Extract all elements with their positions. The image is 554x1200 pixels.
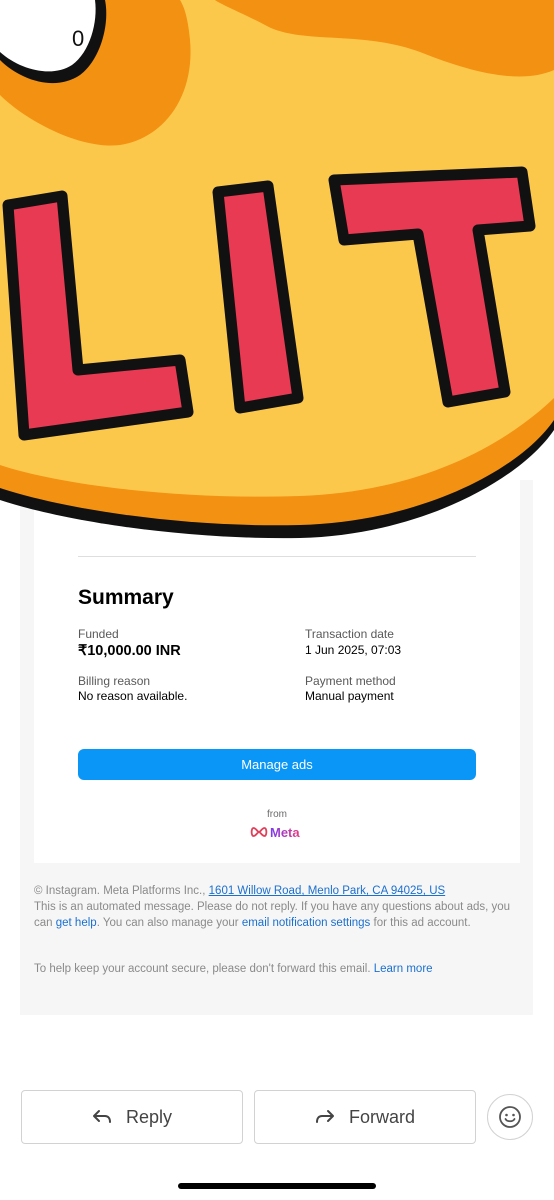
forward-label: Forward [348,1106,415,1127]
sticker-partial-text: 0 [72,26,85,51]
payment-method-value: Manual payment [305,689,394,703]
email-settings-link[interactable]: email notification settings [242,917,370,929]
forward-button[interactable]: Forward [254,1090,476,1144]
secure-text: To help keep your account secure, please… [34,963,371,975]
reply-label: Reply [125,1106,173,1127]
summary-title: Summary [78,586,174,609]
meta-infinity-icon [250,827,268,837]
smiley-icon [499,1106,521,1128]
funded-label: Funded [78,627,119,641]
home-indicator [178,1183,376,1189]
reply-icon [92,1110,111,1123]
ad-account-text: for this ad account. [373,917,471,929]
security-note: To help keep your account secure, please… [34,961,520,977]
reply-button[interactable]: Reply [21,1090,243,1144]
footer-text: © Instagram. Meta Platforms Inc., 1601 W… [34,883,520,931]
get-help-link[interactable]: get help [56,917,97,929]
copyright-text: © Instagram. Meta Platforms Inc., [34,885,206,897]
manage-text: . You can also manage your [96,917,239,929]
emoji-reaction-button[interactable] [487,1094,533,1140]
meta-logo: Meta [250,824,300,840]
transaction-date-label: Transaction date [305,627,394,641]
billing-reason-value: No reason available. [78,689,188,703]
from-label: from [267,809,287,820]
payment-method-label: Payment method [305,674,396,688]
forward-icon [315,1110,334,1123]
manage-ads-button[interactable]: Manage ads [78,749,476,780]
learn-more-link[interactable]: Learn more [374,963,433,975]
billing-reason-label: Billing reason [78,674,151,688]
address-link[interactable]: 1601 Willow Road, Menlo Park, CA 94025, … [209,885,446,897]
transaction-date-value: 1 Jun 2025, 07:03 [305,643,402,657]
funded-value: ₹10,000.00 INR [78,643,181,659]
meta-logo-text: Meta [270,824,300,840]
lit-sticker [0,0,554,539]
